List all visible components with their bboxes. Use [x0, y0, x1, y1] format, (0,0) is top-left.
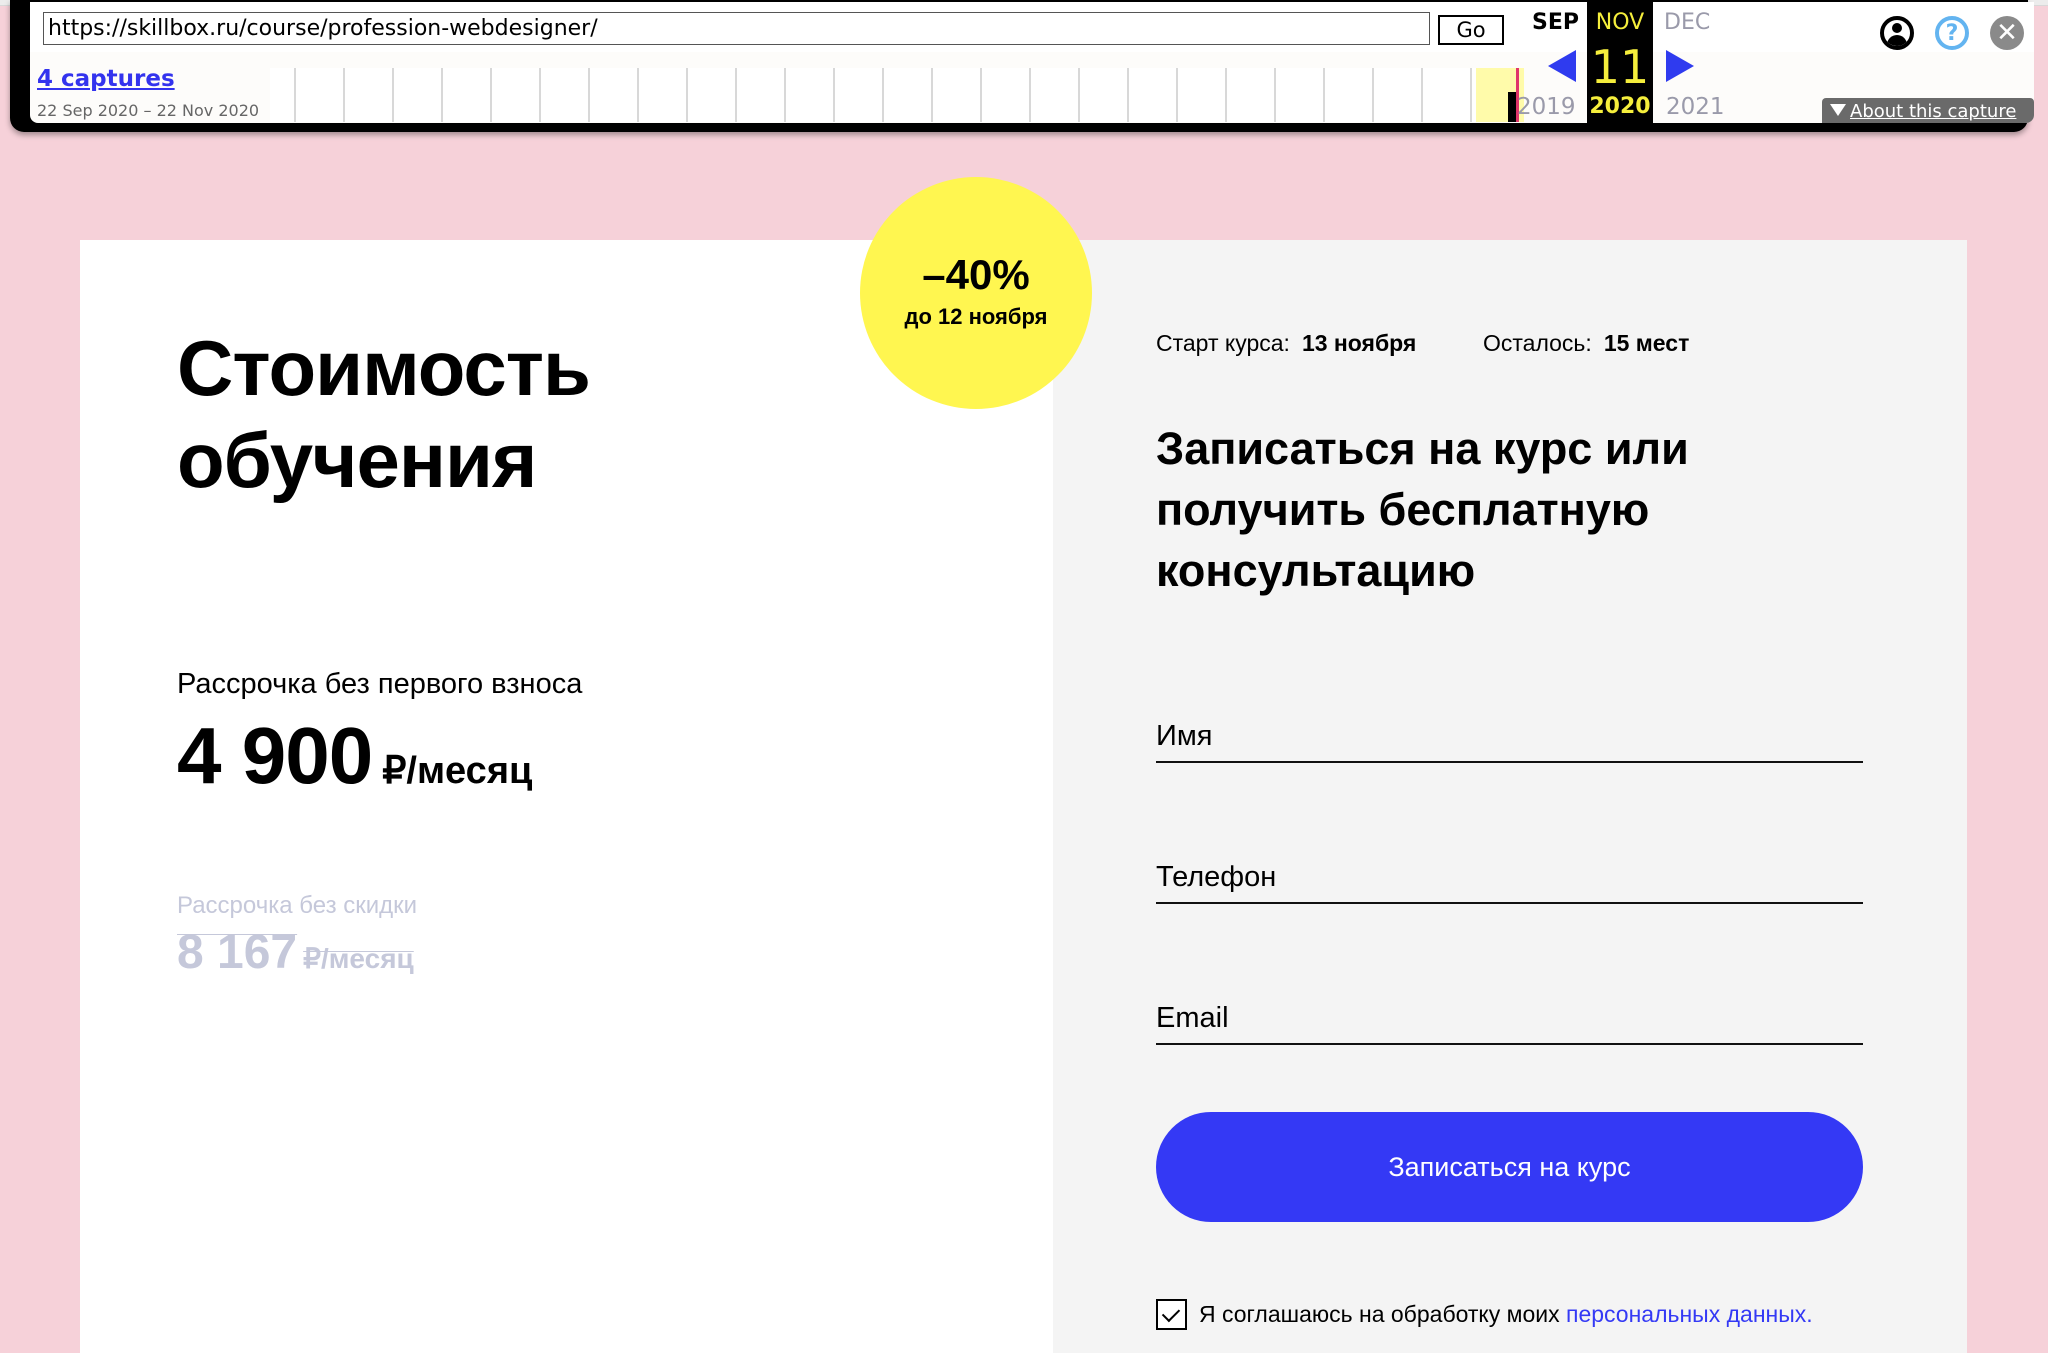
timeline-tick [882, 68, 884, 122]
calendar-prev-month[interactable]: SEP [1532, 10, 1579, 35]
timeline-tick [1421, 68, 1423, 122]
user-account-icon[interactable] [1880, 16, 1914, 50]
timeline-tick [588, 68, 590, 122]
old-price-label: Рассрочка без скидки [177, 892, 418, 919]
name-input[interactable] [1156, 720, 1863, 753]
capture-date-range: 22 Sep 2020 – 22 Nov 2020 [37, 101, 260, 120]
calendar-current-day: 11 [1590, 40, 1650, 94]
pricing-card: Стоимость обучения Рассрочка без первого… [80, 177, 1967, 1353]
timeline-capture-bar[interactable] [1508, 92, 1516, 122]
timeline-tick [539, 68, 541, 122]
name-field [1156, 695, 1863, 763]
submit-signup-button[interactable]: Записаться на курс [1156, 1112, 1863, 1222]
timeline-tick [833, 68, 835, 122]
timeline-tick [1176, 68, 1178, 122]
phone-field [1156, 836, 1863, 904]
price-unit: ₽/месяц [382, 750, 533, 792]
wayback-url-input[interactable] [43, 12, 1430, 45]
close-icon[interactable]: ✕ [1990, 16, 2024, 50]
calendar-next-month: DEC [1664, 10, 1711, 35]
calendar-current-date: NOV 11 2020 [1587, 2, 1653, 123]
signup-form-title: Записаться на курс или получить бесплатн… [1156, 423, 1689, 596]
consent-checkbox[interactable] [1156, 1299, 1187, 1330]
timeline-tick [1470, 68, 1472, 122]
timeline-tick [980, 68, 982, 122]
email-input[interactable] [1156, 1002, 1863, 1035]
price-value: 4 900 [177, 711, 373, 800]
calendar-current-month: NOV [1595, 10, 1645, 35]
old-price-unit: ₽/месяц [303, 943, 414, 974]
wayback-toolbar: Go 4 captures 22 Sep 2020 – 22 Nov 2020 … [10, 0, 2034, 132]
consent-text: Я соглашаюсь на обработку моих [1199, 1301, 1560, 1327]
course-start-info: Старт курса: 13 ноября [1156, 330, 1416, 357]
next-capture-arrow-icon[interactable] [1666, 50, 1694, 82]
pricing-title: Стоимость обучения [177, 322, 591, 506]
timeline-tick [1127, 68, 1129, 122]
user-head-shape [1892, 23, 1902, 33]
current-price: 4 900 ₽/месяц [177, 710, 532, 802]
timeline-tick [1372, 68, 1374, 122]
personal-data-link[interactable]: персональных данных. [1566, 1301, 1813, 1327]
timeline-tick [1225, 68, 1227, 122]
discount-deadline: до 12 ноября [904, 304, 1048, 329]
user-torso-shape [1887, 35, 1907, 46]
timeline-tick [931, 68, 933, 122]
help-icon[interactable]: ? [1935, 16, 1969, 50]
timeline-tick [1078, 68, 1080, 122]
prev-capture-arrow-icon[interactable] [1548, 50, 1576, 82]
captures-link[interactable]: 4 captures [37, 66, 175, 92]
timeline-tick [735, 68, 737, 122]
about-capture-label: About this capture [1850, 101, 2017, 122]
seats-left-value: 15 мест [1603, 330, 1690, 356]
timeline-tick [343, 68, 345, 122]
timeline-tick [490, 68, 492, 122]
timeline-tick [686, 68, 688, 122]
phone-input[interactable] [1156, 861, 1863, 894]
old-price: 8 167 ₽/месяц [177, 925, 414, 980]
consent-row: Я соглашаюсь на обработку моих персональ… [1156, 1299, 1813, 1330]
timeline-tick [1323, 68, 1325, 122]
seats-left-info: Осталось: 15 мест [1483, 330, 1689, 357]
pricing-title-line2: обучения [177, 416, 537, 504]
timeline-tick [1029, 68, 1031, 122]
pricing-title-line1: Стоимость [177, 324, 591, 412]
calendar-current-year: 2020 [1589, 94, 1651, 119]
timeline-tick [441, 68, 443, 122]
wayback-toolbar-inner: Go 4 captures 22 Sep 2020 – 22 Nov 2020 … [30, 2, 2034, 123]
timeline-tick [392, 68, 394, 122]
seats-left-label: Осталось: [1483, 330, 1592, 356]
signup-panel: Старт курса: 13 ноября Осталось: 15 мест З… [1053, 240, 1967, 1353]
timeline-tick [294, 68, 296, 122]
course-start-label: Старт курса: [1156, 330, 1290, 356]
old-price-value: 8 167 [177, 926, 298, 979]
email-field [1156, 977, 1863, 1045]
capture-timeline[interactable] [270, 68, 1524, 122]
calendar-next-year: 2021 [1666, 94, 1725, 120]
timeline-tick [1274, 68, 1276, 122]
installment-label: Рассрочка без первого взноса [177, 668, 583, 700]
timeline-tick [637, 68, 639, 122]
about-capture-button[interactable]: About this capture [1822, 98, 2034, 123]
course-start-value: 13 ноября [1301, 330, 1417, 356]
go-button[interactable]: Go [1438, 15, 1504, 45]
timeline-tick [784, 68, 786, 122]
discount-badge: –40% до 12 ноября [860, 177, 1092, 409]
triangle-down-icon [1830, 104, 1846, 116]
calendar-prev-year: 2019 [1517, 94, 1576, 120]
discount-percent: –40% [922, 251, 1030, 298]
